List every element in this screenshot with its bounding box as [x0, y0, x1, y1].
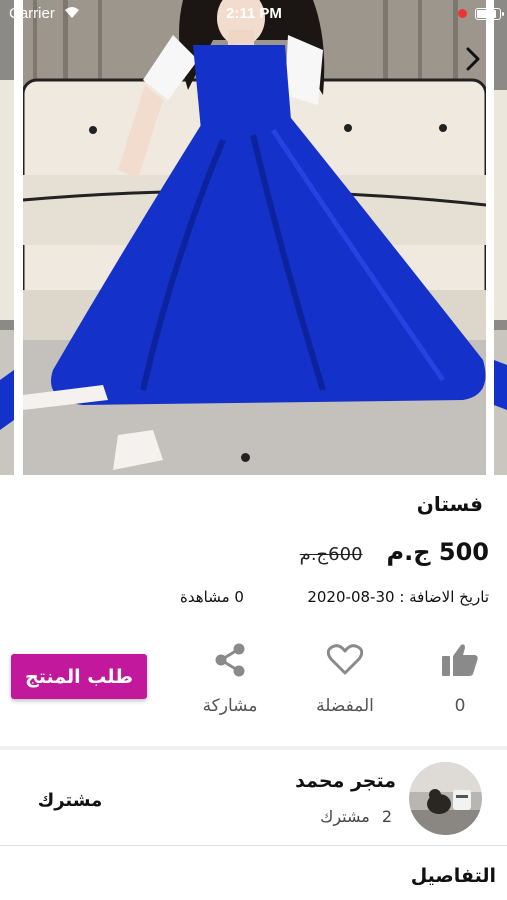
share-button[interactable]: مشاركة [180, 640, 280, 716]
old-price: 600ج.م [299, 544, 363, 565]
carrier-label: Carrier [9, 5, 55, 22]
store-avatar[interactable] [409, 762, 482, 835]
like-count: 0 [454, 696, 466, 716]
carousel-page-indicator [241, 453, 250, 462]
store-name[interactable]: متجر محمد [295, 770, 396, 792]
product-image-carousel[interactable]: Carrier 2:11 PM [0, 0, 507, 475]
store-subscribers: 2 مشترك [320, 807, 392, 826]
product-meta: 0 مشاهدة تاريخ الاضافة : 30-08-2020 [180, 588, 489, 606]
divider [0, 746, 507, 750]
views-count: 0 مشاهدة [180, 588, 244, 606]
wifi-icon [64, 5, 80, 23]
chevron-right-icon[interactable] [460, 44, 486, 74]
date-added: تاريخ الاضافة : 30-08-2020 [307, 588, 489, 606]
product-photo [23, 0, 486, 475]
thumbs-up-icon [410, 640, 507, 680]
subscribers-label: مشترك [320, 807, 370, 826]
battery-icon [475, 8, 504, 20]
favorite-button[interactable]: المفضلة [295, 640, 395, 716]
subscribe-button[interactable]: مشترك [20, 785, 120, 815]
carousel-next-slide[interactable] [494, 0, 507, 475]
carousel-prev-slide[interactable] [0, 0, 14, 475]
like-button[interactable]: 0 [410, 640, 507, 716]
price-row: 600ج.م 500 ج.م [300, 538, 489, 566]
order-product-button[interactable]: طلب المنتج [11, 654, 147, 699]
details-heading: التفاصيل [410, 865, 496, 887]
clock: 2:11 PM [226, 5, 282, 22]
new-price: 500 ج.م [386, 538, 489, 566]
heart-icon [295, 640, 395, 680]
product-title: فستان [416, 492, 483, 516]
status-bar: Carrier 2:11 PM [0, 0, 507, 28]
share-label: مشاركة [202, 696, 258, 716]
divider [0, 845, 507, 846]
share-icon [180, 640, 280, 680]
subscribers-count: 2 [381, 807, 392, 826]
recording-indicator-icon [458, 9, 467, 18]
favorite-label: المفضلة [316, 696, 374, 716]
